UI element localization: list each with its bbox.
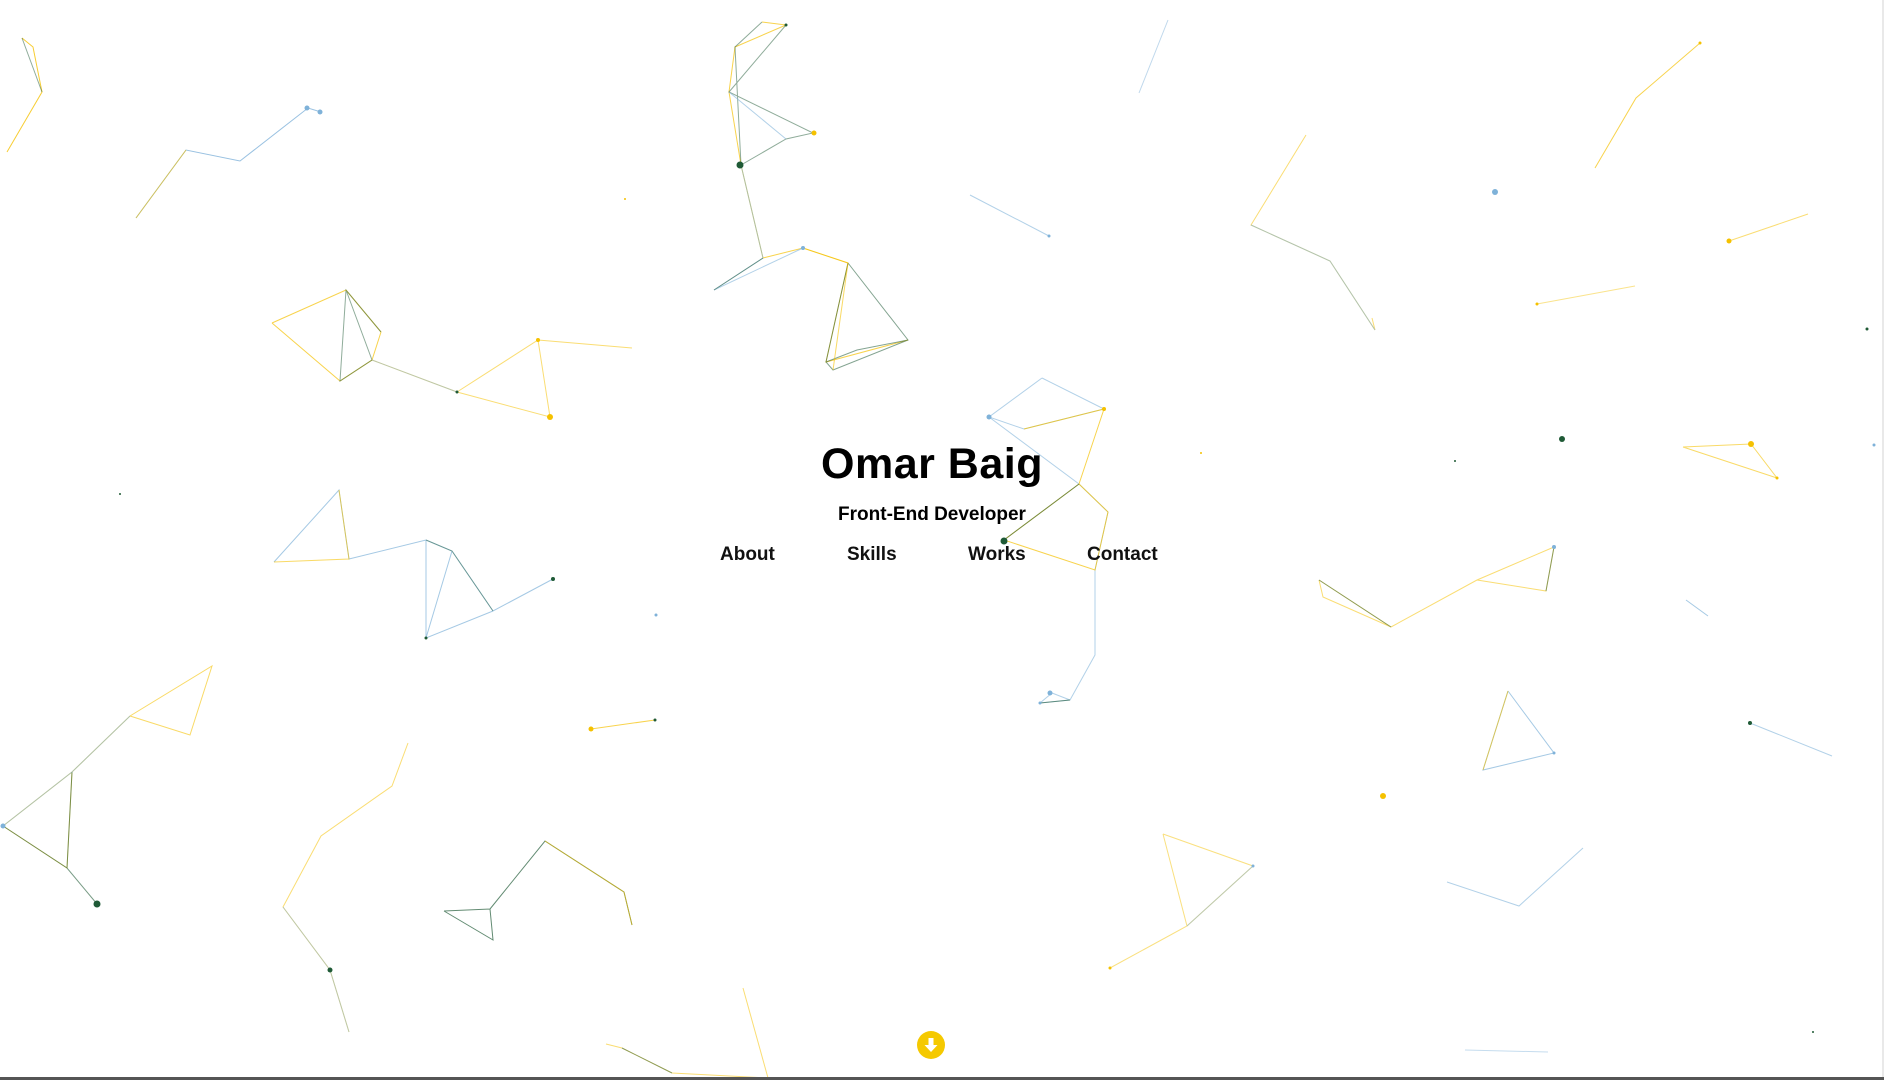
nav-link-skills[interactable]: Skills: [847, 544, 897, 566]
particle-network-background: [0, 19, 1876, 1079]
main-nav: About Skills Works Contact: [0, 544, 1884, 574]
nav-link-works[interactable]: Works: [968, 544, 1026, 566]
nav-link-about[interactable]: About: [720, 544, 775, 566]
scroll-down-button[interactable]: [917, 1031, 945, 1059]
arrow-down-icon: [924, 1038, 938, 1052]
nav-link-contact[interactable]: Contact: [1087, 544, 1158, 566]
